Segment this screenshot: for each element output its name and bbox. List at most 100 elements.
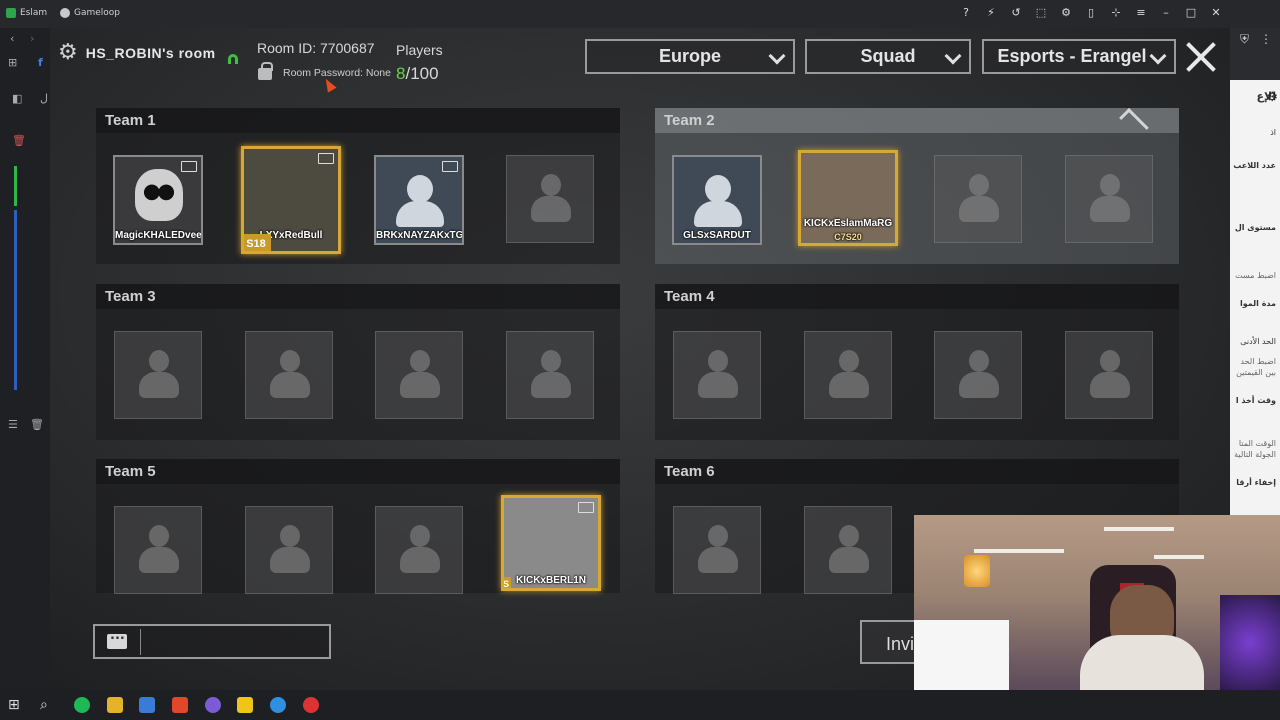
empty-player-slot[interactable] xyxy=(114,506,202,594)
player-slot-filled[interactable]: LXYxRedBull S18 xyxy=(241,146,341,254)
empty-player-slot[interactable] xyxy=(245,331,333,419)
empty-player-slot[interactable] xyxy=(934,155,1022,243)
team-header: Team 1 xyxy=(96,108,620,133)
player-slot-filled[interactable]: MagicKHALEDvee xyxy=(113,155,203,245)
team-name: Team 4 xyxy=(664,288,715,305)
side-panel-item: عدد اللاعب xyxy=(1233,161,1276,170)
gear-icon[interactable]: ⚙ xyxy=(1266,90,1278,105)
season-badge: S xyxy=(502,577,511,589)
store-icon[interactable] xyxy=(139,697,155,713)
brave-icon[interactable] xyxy=(172,697,188,713)
close-window-icon[interactable]: ✕ xyxy=(1210,5,1222,21)
team-header: Team 3 xyxy=(96,284,620,309)
empty-player-slot[interactable] xyxy=(506,331,594,419)
pin-icon[interactable]: ⊹ xyxy=(1110,5,1122,21)
window-controls: ? ⚡ ↺ ⬚ ⚙ ▯ ⊹ ≡ – □ ✕ xyxy=(960,5,1222,21)
browser-tab-gameloop[interactable]: Gameloop xyxy=(60,3,120,23)
team-name: Team 1 xyxy=(105,112,156,129)
screenshot-icon[interactable]: ⬚ xyxy=(1035,5,1047,21)
app-icon[interactable] xyxy=(270,697,286,713)
shield-icon[interactable]: ⛨ xyxy=(1240,32,1249,47)
undo-icon[interactable]: ↺ xyxy=(1010,5,1022,21)
align-icon[interactable]: ☰ xyxy=(8,418,18,431)
player-name: KICKxEslamMaRG xyxy=(803,218,893,229)
trash-icon[interactable]: 🗑 xyxy=(30,418,44,431)
room-settings-gear-icon[interactable]: ⚙ xyxy=(58,40,78,65)
shelf xyxy=(1104,527,1174,531)
empty-player-slot[interactable] xyxy=(673,331,761,419)
minimize-icon[interactable]: – xyxy=(1160,5,1172,21)
help-icon[interactable]: ? xyxy=(960,5,972,21)
team-header: Team 2 xyxy=(655,106,1179,138)
team-name: Team 6 xyxy=(664,463,715,480)
pc-platform-icon xyxy=(442,161,458,172)
empty-player-slot[interactable] xyxy=(934,331,1022,419)
empty-player-slot[interactable] xyxy=(375,506,463,594)
purple-light xyxy=(1220,595,1280,690)
default-avatar-icon xyxy=(705,175,731,203)
empty-player-slot[interactable] xyxy=(1065,331,1153,419)
empty-avatar-icon xyxy=(1090,174,1130,226)
panel-icon[interactable]: ◧ xyxy=(12,92,22,105)
menu-icon[interactable]: ≡ xyxy=(1135,5,1147,21)
region-dropdown[interactable]: Europe xyxy=(585,39,795,74)
empty-player-slot[interactable] xyxy=(114,331,202,419)
player-slot-filled[interactable]: KICKxEslamMaRG C7S20 xyxy=(798,150,898,246)
close-room-button[interactable] xyxy=(1184,40,1218,74)
browser-tab-eslam[interactable]: Eslam xyxy=(6,3,47,23)
player-slot-filled[interactable]: GLSxSARDUT xyxy=(672,155,762,245)
windows-start-icon[interactable]: ⊞ xyxy=(8,697,24,713)
player-name: GLSxSARDUT xyxy=(683,230,751,241)
chart-app-icon[interactable] xyxy=(237,697,253,713)
room-password: Room Password: None xyxy=(283,67,391,79)
team-panel-5: Team 5 KICKxBERL1N S xyxy=(96,459,620,594)
forward-arrow-icon[interactable]: › xyxy=(30,32,34,45)
empty-player-slot[interactable] xyxy=(1065,155,1153,243)
monitor xyxy=(914,620,1009,690)
recorder-icon[interactable] xyxy=(303,697,319,713)
empty-player-slot[interactable] xyxy=(245,506,333,594)
track-bar-blue xyxy=(14,210,17,390)
empty-avatar-icon xyxy=(139,350,179,402)
team-panel-4: Team 4 xyxy=(655,284,1179,440)
more-icon[interactable]: ⋮ xyxy=(1260,32,1272,46)
app-icon[interactable] xyxy=(205,697,221,713)
players-label: Players xyxy=(396,42,443,58)
spotify-icon[interactable] xyxy=(74,697,90,713)
mode-dropdown[interactable]: Squad xyxy=(805,39,971,74)
empty-avatar-icon xyxy=(959,350,999,402)
grid-icon[interactable]: ⊞ xyxy=(8,56,17,69)
settings-icon[interactable]: ⚙ xyxy=(1060,5,1072,21)
wifi-signal-icon xyxy=(228,54,238,64)
maximize-icon[interactable]: □ xyxy=(1185,5,1197,21)
player-slot-filled[interactable]: BRKxNAYZAKxTGA xyxy=(374,155,464,245)
tab-label: Gameloop xyxy=(74,8,121,18)
left-label: ل xyxy=(40,92,48,105)
facebook-icon[interactable]: f xyxy=(38,56,43,69)
empty-avatar-icon xyxy=(270,350,310,402)
team-name: Team 3 xyxy=(105,288,156,305)
file-explorer-icon[interactable] xyxy=(107,697,123,713)
empty-player-slot[interactable] xyxy=(804,506,892,594)
default-avatar-body xyxy=(396,201,444,227)
room-header: ⚙ HS_ROBIN's room xyxy=(58,40,216,65)
empty-player-slot[interactable] xyxy=(804,331,892,419)
tab-label: Eslam xyxy=(20,8,48,18)
home-icon xyxy=(1119,106,1159,138)
empty-avatar-icon xyxy=(1090,350,1130,402)
sidebar-icon[interactable]: ▯ xyxy=(1085,5,1097,21)
empty-player-slot[interactable] xyxy=(375,331,463,419)
search-icon[interactable]: ⌕ xyxy=(40,697,56,713)
map-dropdown[interactable]: Esports - Erangel xyxy=(982,39,1176,74)
empty-player-slot[interactable] xyxy=(506,155,594,243)
empty-avatar-icon xyxy=(829,525,869,577)
empty-avatar-icon xyxy=(531,174,571,226)
player-slot-filled[interactable]: KICKxBERL1N S xyxy=(501,495,601,591)
chat-input[interactable] xyxy=(93,624,331,659)
empty-player-slot[interactable] xyxy=(673,506,761,594)
lightning-icon[interactable]: ⚡ xyxy=(985,5,997,21)
room-id: Room ID: 7700687 xyxy=(257,40,375,56)
empty-avatar-icon xyxy=(698,350,738,402)
trash-icon[interactable]: 🗑 xyxy=(12,134,26,147)
back-arrow-icon[interactable]: ‹ xyxy=(10,32,14,45)
